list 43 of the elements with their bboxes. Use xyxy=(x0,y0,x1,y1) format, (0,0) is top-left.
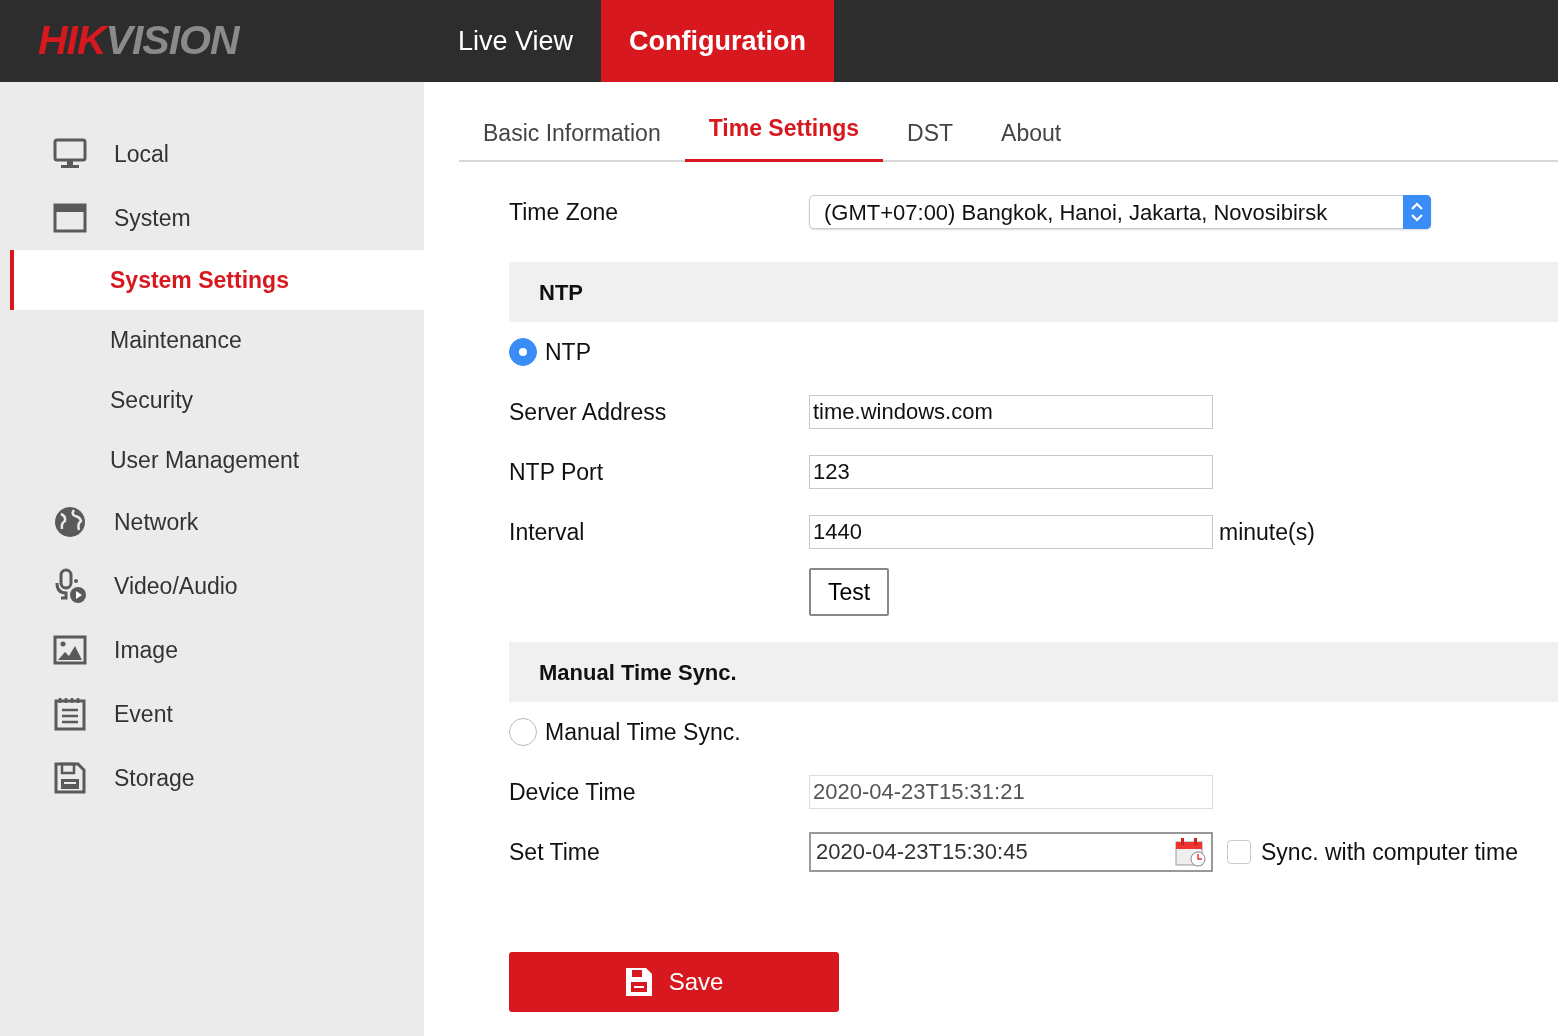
field-label: Time Zone xyxy=(509,197,620,227)
sidebar-item[interactable]: Image xyxy=(0,618,424,682)
field-label: Server Address xyxy=(509,397,668,427)
sidebar-item[interactable]: System xyxy=(0,186,424,250)
nav-tab[interactable]: Live View xyxy=(430,0,602,82)
tab[interactable]: Time Settings xyxy=(684,108,884,162)
checkbox[interactable] xyxy=(1227,840,1251,864)
radio-button[interactable] xyxy=(509,718,537,746)
date-time-field[interactable]: 2020-04-23T15:30:45 xyxy=(809,832,1213,872)
tab[interactable]: DST xyxy=(883,108,978,162)
sidebar-item[interactable]: Video/Audio xyxy=(0,554,424,618)
sidebar-subitem[interactable]: Maintenance xyxy=(10,310,434,370)
tab[interactable]: About xyxy=(977,108,1086,162)
radio-label: Manual Time Sync. xyxy=(545,717,741,747)
radio-label: NTP xyxy=(545,337,591,367)
checkbox-label: Sync. with computer time xyxy=(1261,837,1518,867)
input-field[interactable]: 123 xyxy=(809,455,1213,489)
input-field[interactable]: 2020-04-23T15:31:21 xyxy=(809,775,1213,809)
sidebar-subitem[interactable]: User Management xyxy=(10,430,434,490)
radio-button[interactable] xyxy=(509,338,537,366)
input-field[interactable]: time.windows.com xyxy=(809,395,1213,429)
field-label: Interval xyxy=(509,517,586,547)
sidebar-subitem[interactable]: Security xyxy=(10,370,434,430)
nav-tab[interactable]: Configuration xyxy=(601,0,835,82)
input-field[interactable]: 1440 xyxy=(809,515,1213,549)
notepad-icon xyxy=(52,696,88,732)
time-zone-dropdown[interactable]: (GMT+07:00) Bangkok, Hanoi, Jakarta, Novosibirsk xyxy=(809,195,1431,229)
field-label: Set Time xyxy=(509,837,601,867)
sidebar-item[interactable]: Event xyxy=(0,682,424,746)
sidebar-item[interactable]: Storage xyxy=(0,746,424,810)
unit-label: minute(s) xyxy=(1219,517,1315,547)
section-header: Manual Time Sync. xyxy=(509,642,1558,702)
tab[interactable]: Basic Information xyxy=(459,108,685,162)
field-label: Device Time xyxy=(509,777,637,807)
calendar-clock-icon[interactable] xyxy=(1175,837,1207,867)
sidebar-item[interactable]: Local xyxy=(0,122,424,186)
field-label: NTP Port xyxy=(509,457,605,487)
logo: HIKVISION xyxy=(37,16,242,66)
section-header: NTP xyxy=(509,262,1558,322)
globe-icon xyxy=(52,504,88,540)
test-button[interactable]: Test xyxy=(809,568,889,616)
save-button[interactable]: Save xyxy=(509,952,839,1012)
sidebar-item[interactable]: Network xyxy=(0,490,424,554)
